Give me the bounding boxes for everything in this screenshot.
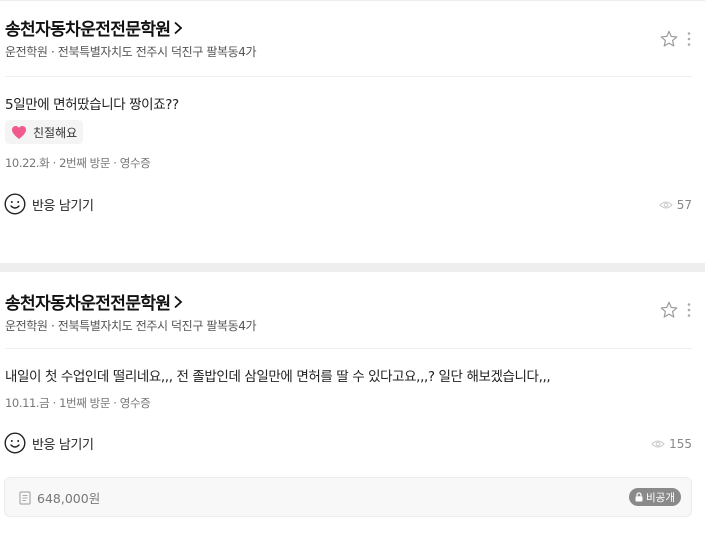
lock-icon (635, 492, 643, 502)
eye-icon (651, 439, 665, 449)
smile-icon (4, 193, 26, 215)
place-name[interactable]: 송천자동차운전전문학원 (5, 15, 171, 40)
view-count-value: 155 (669, 437, 692, 451)
visit-meta: 10.22.화 · 2번째 방문 · 영수증 (5, 156, 151, 170)
view-count: 155 (651, 437, 692, 451)
place-name[interactable]: 송천자동차운전전문학원 (5, 289, 171, 314)
review-card: 송천자동차운전전문학원 운전학원 · 전북특별자치도 전주시 덕진구 팔복동4가… (0, 0, 705, 263)
tag-label: 친절해요 (33, 125, 78, 140)
section-gap (0, 263, 705, 272)
star-outline-icon[interactable] (659, 29, 679, 49)
place-title-link[interactable]: 송천자동차운전전문학원 (5, 15, 183, 40)
divider (5, 348, 692, 349)
chevron-right-icon (173, 21, 183, 35)
react-button[interactable]: 반응 남기기 (4, 432, 94, 454)
visit-meta: 10.11.금 · 1번째 방문 · 영수증 (5, 396, 151, 410)
view-count-value: 57 (676, 198, 692, 212)
receipt-box[interactable]: 648,000원 비공개 (4, 477, 692, 517)
react-label: 반응 남기기 (32, 198, 94, 214)
private-badge: 비공개 (629, 488, 681, 506)
view-count: 57 (658, 198, 692, 212)
heart-icon (11, 125, 27, 140)
place-title-link[interactable]: 송천자동차운전전문학원 (5, 289, 183, 314)
receipt-amount: 648,000원 (37, 491, 101, 506)
review-text[interactable]: 내일이 첫 수업인데 떨리네요,,, 전 졸밥인데 삼일만에 면허를 딸 수 있… (5, 365, 551, 385)
review-text[interactable]: 5일만에 면허땄습니다 짱이죠?? (5, 93, 179, 113)
place-info: 운전학원 · 전북특별자치도 전주시 덕진구 팔복동4가 (5, 319, 257, 333)
place-info: 운전학원 · 전북특별자치도 전주시 덕진구 팔복동4가 (5, 45, 257, 59)
react-label: 반응 남기기 (32, 437, 94, 453)
eye-icon (658, 200, 673, 210)
smile-icon (4, 432, 26, 454)
receipt-icon (19, 490, 31, 505)
star-outline-icon[interactable] (659, 300, 679, 320)
more-vertical-icon[interactable] (687, 31, 691, 47)
review-card: 송천자동차운전전문학원 운전학원 · 전북특별자치도 전주시 덕진구 팔복동4가… (0, 272, 705, 544)
private-label: 비공개 (646, 491, 675, 504)
divider (5, 76, 692, 77)
chevron-right-icon (173, 295, 183, 309)
react-button[interactable]: 반응 남기기 (4, 193, 94, 215)
more-vertical-icon[interactable] (687, 302, 691, 318)
keyword-tag: 친절해요 (5, 120, 84, 144)
